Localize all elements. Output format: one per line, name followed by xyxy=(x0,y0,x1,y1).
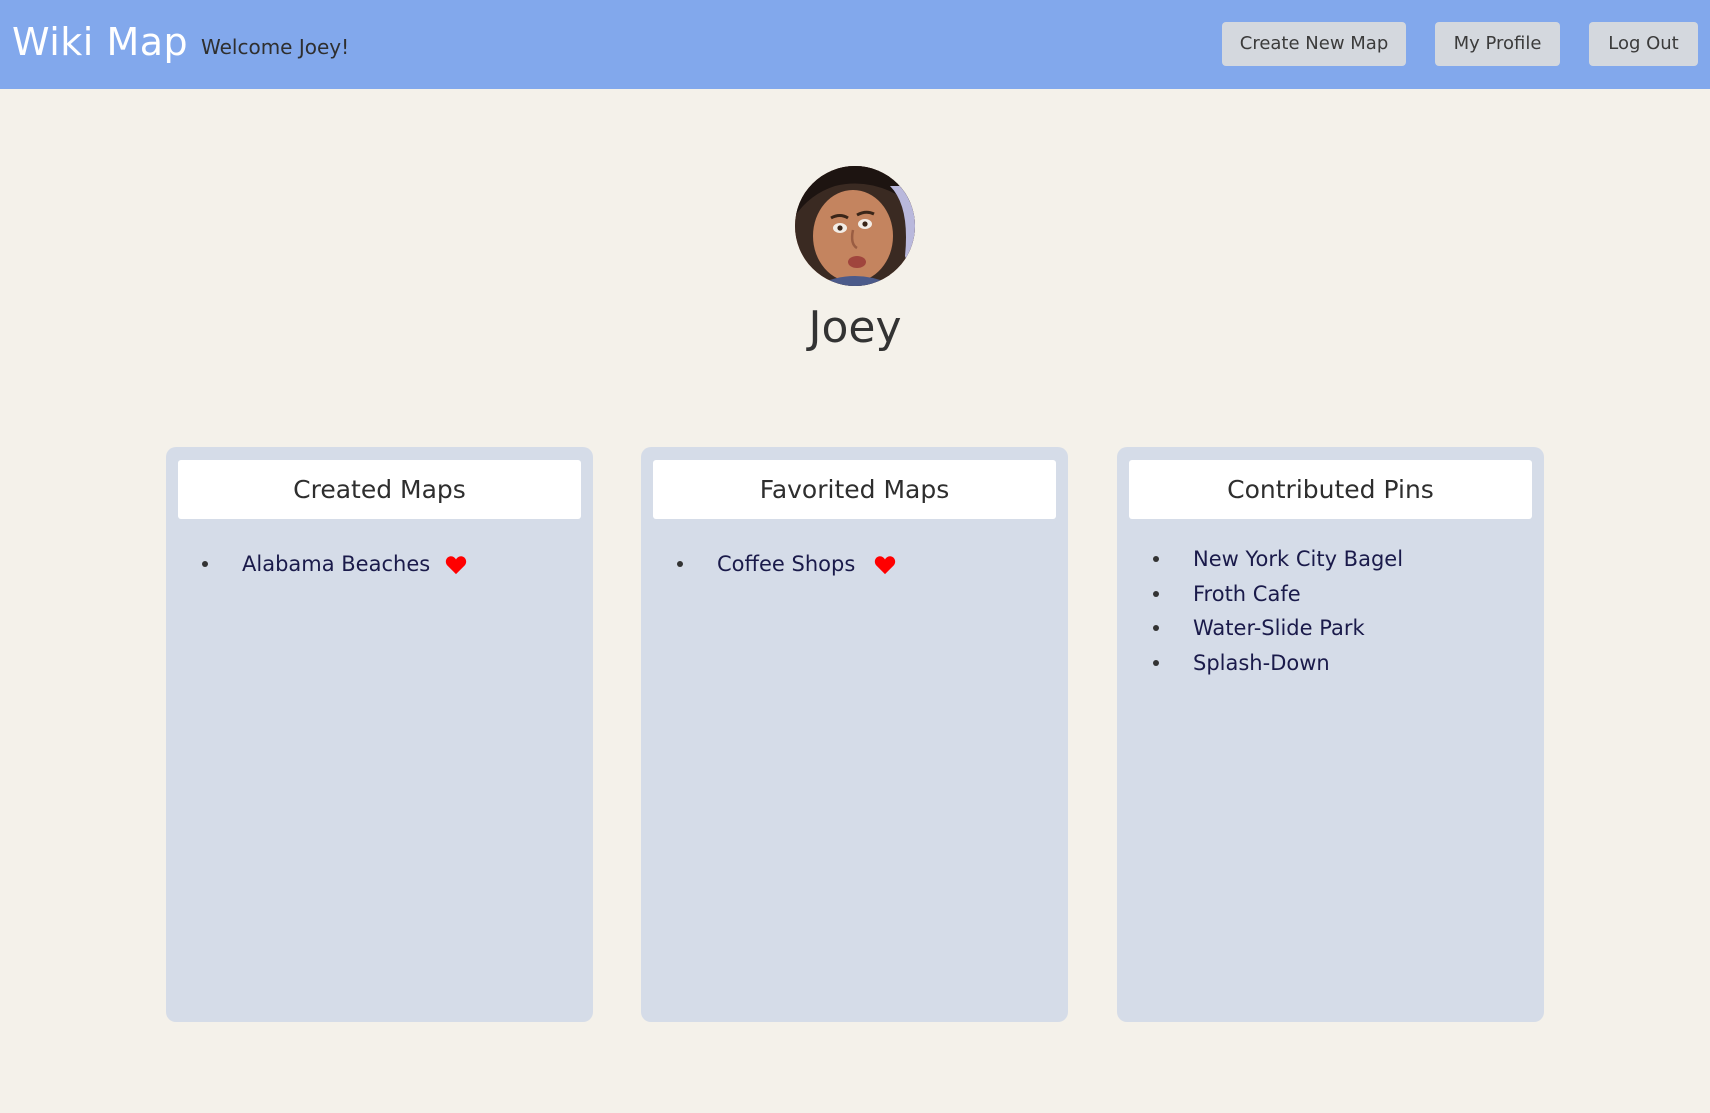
bullet-icon xyxy=(1153,625,1159,631)
profile-name: Joey xyxy=(808,302,902,353)
log-out-button[interactable]: Log Out xyxy=(1589,22,1698,66)
map-link[interactable]: Alabama Beaches xyxy=(242,547,430,581)
favorited-maps-title: Favorited Maps xyxy=(653,460,1056,519)
pin-link[interactable]: Splash-Down xyxy=(1193,646,1330,680)
bullet-icon xyxy=(1153,556,1159,562)
list-item[interactable]: Splash-Down xyxy=(1117,646,1544,680)
bullet-icon xyxy=(1153,591,1159,597)
list-item[interactable]: Water-Slide Park xyxy=(1117,611,1544,645)
pin-link[interactable]: Water-Slide Park xyxy=(1193,611,1365,645)
navbar: Wiki Map Welcome Joey! Create New Map My… xyxy=(0,0,1710,89)
bullet-icon xyxy=(1153,660,1159,666)
list-item[interactable]: New York City Bagel xyxy=(1117,542,1544,576)
created-maps-title: Created Maps xyxy=(178,460,581,519)
pin-link[interactable]: Froth Cafe xyxy=(1193,577,1301,611)
list-item[interactable]: Alabama Beaches xyxy=(166,547,593,581)
welcome-message: Welcome Joey! xyxy=(201,35,350,59)
my-profile-button[interactable]: My Profile xyxy=(1435,22,1560,66)
list-item[interactable]: Coffee Shops xyxy=(641,547,1068,581)
list-item[interactable]: Froth Cafe xyxy=(1117,577,1544,611)
heart-icon[interactable] xyxy=(445,555,467,575)
pin-link[interactable]: New York City Bagel xyxy=(1193,542,1403,576)
bullet-icon xyxy=(677,561,683,567)
contributed-pins-title: Contributed Pins xyxy=(1129,460,1532,519)
favorited-maps-card: Favorited Maps Coffee Shops xyxy=(641,447,1068,1022)
map-link[interactable]: Coffee Shops xyxy=(717,547,855,581)
contributed-pins-card: Contributed Pins New York City Bagel Fro… xyxy=(1117,447,1544,1022)
created-maps-card: Created Maps Alabama Beaches xyxy=(166,447,593,1022)
heart-icon[interactable] xyxy=(874,555,896,575)
avatar xyxy=(795,166,915,286)
bullet-icon xyxy=(202,561,208,567)
brand-logo[interactable]: Wiki Map xyxy=(12,18,188,66)
create-new-map-button[interactable]: Create New Map xyxy=(1222,22,1406,66)
profile-photo-icon xyxy=(795,166,915,286)
